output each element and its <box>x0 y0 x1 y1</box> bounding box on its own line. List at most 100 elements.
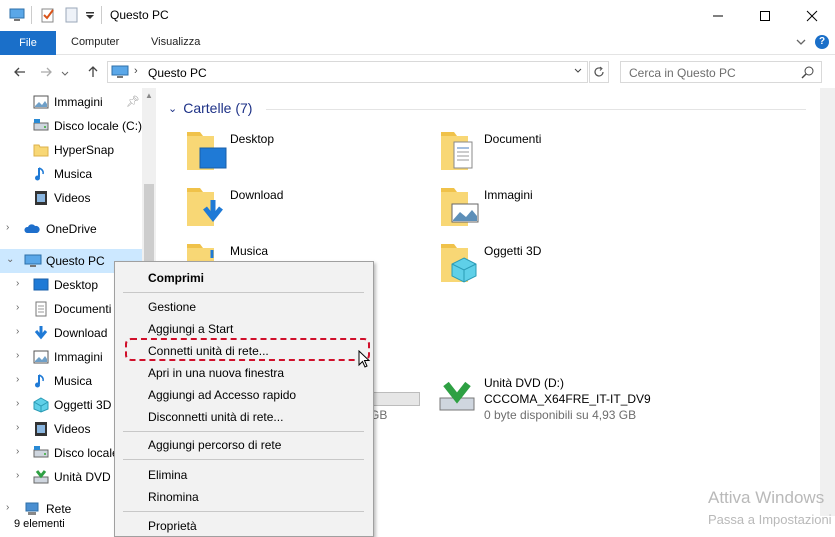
chevron-down-icon <box>61 71 69 76</box>
customize-dropdown-icon[interactable] <box>85 10 101 26</box>
desktop-folder-icon <box>187 132 227 170</box>
minimize-button[interactable] <box>695 0 741 31</box>
sidebar-item-music[interactable]: Musica <box>0 162 142 186</box>
folder-documents[interactable]: Documenti <box>438 128 658 180</box>
sidebar-item-label: Musica <box>54 374 93 388</box>
search-icon[interactable] <box>801 65 815 82</box>
tab-file[interactable]: File <box>0 31 56 55</box>
search-input[interactable]: Cerca in Questo PC <box>620 61 822 83</box>
help-icon[interactable]: ? <box>815 35 829 49</box>
menu-separator <box>123 459 364 460</box>
download-icon <box>33 325 49 341</box>
folder-label: Download <box>230 188 284 202</box>
chevron-right-icon[interactable]: › <box>16 350 19 361</box>
chevron-right-icon[interactable]: › <box>16 326 19 337</box>
folder-label: Documenti <box>484 132 542 146</box>
address-bar[interactable]: › Questo PC <box>107 61 588 83</box>
menu-item-rename[interactable]: Rinomina <box>148 490 199 504</box>
tab-computer[interactable]: Computer <box>71 36 119 48</box>
sidebar-item-pictures[interactable]: Immagini 📌︎ <box>0 90 142 114</box>
chevron-right-icon[interactable]: › <box>16 470 19 481</box>
chevron-right-icon[interactable]: › <box>16 278 19 289</box>
maximize-icon <box>760 10 770 21</box>
sidebar-item-label: Immagini <box>54 350 103 364</box>
address-dropdown-icon[interactable] <box>573 66 583 79</box>
context-menu: Comprimi Gestione Aggiungi a Start Conne… <box>114 261 374 537</box>
scroll-up-icon[interactable]: ▲ <box>145 91 153 100</box>
computer-icon <box>111 65 129 82</box>
back-button[interactable] <box>10 62 30 82</box>
breadcrumb-this-pc[interactable]: Questo PC <box>148 66 207 80</box>
menu-item-properties[interactable]: Proprietà <box>148 519 197 533</box>
chevron-right-icon[interactable]: › <box>6 222 9 233</box>
documents-icon <box>33 301 49 317</box>
3d-objects-folder-icon <box>441 244 477 283</box>
activation-watermark-sub: Passa a Impostazioni <box>708 512 832 527</box>
chevron-right-icon[interactable]: › <box>16 374 19 385</box>
folder-download[interactable]: Download <box>184 184 404 236</box>
folder-desktop[interactable]: Desktop <box>184 128 404 180</box>
sidebar-item-onedrive[interactable]: › OneDrive <box>0 217 142 241</box>
drive-dvd[interactable]: Unità DVD (D:) CCCOMA_X64FRE_IT-IT_DV9 0… <box>438 376 698 426</box>
chevron-down-icon[interactable]: ⌄ <box>168 102 177 115</box>
tab-view[interactable]: Visualizza <box>151 36 200 48</box>
dvd-icon <box>33 469 49 485</box>
title-bar: Questo PC <box>0 0 835 31</box>
maximize-button[interactable] <box>742 0 788 31</box>
sidebar-item-label: Videos <box>54 191 91 205</box>
cloud-icon <box>24 221 40 237</box>
menu-item-pin-to-start[interactable]: Aggiungi a Start <box>148 322 233 336</box>
menu-item-add-network-location[interactable]: Aggiungi percorso di rete <box>148 438 281 452</box>
close-button[interactable] <box>789 0 835 31</box>
menu-item-manage[interactable]: Gestione <box>148 300 196 314</box>
refresh-icon <box>594 66 604 77</box>
sidebar-item-local-disk-c[interactable]: Disco locale (C:) <box>0 114 142 138</box>
menu-item-delete[interactable]: Elimina <box>148 468 187 482</box>
content-scrollbar[interactable] <box>820 88 835 516</box>
sidebar-item-hypersnap[interactable]: HyperSnap <box>0 138 142 162</box>
sidebar-item-label: Rete <box>46 502 72 516</box>
status-item-count: 9 elementi <box>14 518 65 530</box>
chevron-right-icon[interactable]: › <box>16 398 19 409</box>
folder-label: Oggetti 3D <box>484 244 542 258</box>
divider <box>31 6 32 24</box>
sidebar-item-label: Disco locale <box>54 446 119 460</box>
menu-separator <box>123 292 364 293</box>
sidebar-item-label: Musica <box>54 167 93 181</box>
menu-item-pin-quick-access[interactable]: Aggiungi ad Accesso rapido <box>148 388 296 402</box>
refresh-button[interactable] <box>589 61 609 83</box>
folder-label: Musica <box>230 244 269 258</box>
chevron-down-icon[interactable]: ⌄ <box>6 254 14 265</box>
menu-item-open-new-window[interactable]: Apri in una nuova finestra <box>148 366 284 380</box>
up-button[interactable] <box>83 62 103 82</box>
folder-pictures[interactable]: Immagini <box>438 184 658 236</box>
forward-button[interactable] <box>36 62 56 82</box>
chevron-right-icon[interactable]: › <box>16 446 19 457</box>
chevron-right-icon[interactable]: › <box>16 422 19 433</box>
documents-folder-icon <box>441 132 473 170</box>
arrow-left-icon <box>14 67 25 77</box>
sidebar-item-videos[interactable]: Videos <box>0 186 142 210</box>
arrow-right-icon <box>41 67 52 77</box>
folder-3d-objects[interactable]: Oggetti 3D <box>438 240 658 292</box>
folders-group-header[interactable]: ⌄ Cartelle (7) <box>168 100 252 116</box>
menu-item-collapse[interactable]: Comprimi <box>148 271 204 285</box>
menu-item-disconnect-network-drive[interactable]: Disconnetti unità di rete... <box>148 410 283 424</box>
pin-icon[interactable]: 📌︎ <box>126 95 140 108</box>
folder-label: Immagini <box>484 188 533 202</box>
music-icon <box>33 166 49 182</box>
menu-separator <box>123 431 364 432</box>
new-folder-icon[interactable] <box>64 7 80 23</box>
chevron-right-icon[interactable]: › <box>16 302 19 313</box>
properties-icon[interactable] <box>40 7 56 23</box>
recent-locations-button[interactable] <box>58 64 72 84</box>
chevron-right-icon[interactable]: › <box>6 502 9 513</box>
expand-ribbon-icon[interactable] <box>795 36 807 51</box>
video-icon <box>33 421 49 437</box>
drive-icon <box>33 445 49 461</box>
sidebar-item-label: Unità DVD <box>54 470 111 484</box>
download-folder-icon <box>187 188 223 226</box>
dvd-name: Unità DVD (D:) <box>484 376 565 390</box>
sidebar-item-label: Questo PC <box>46 254 105 268</box>
breadcrumb-separator-icon[interactable]: › <box>134 65 138 77</box>
